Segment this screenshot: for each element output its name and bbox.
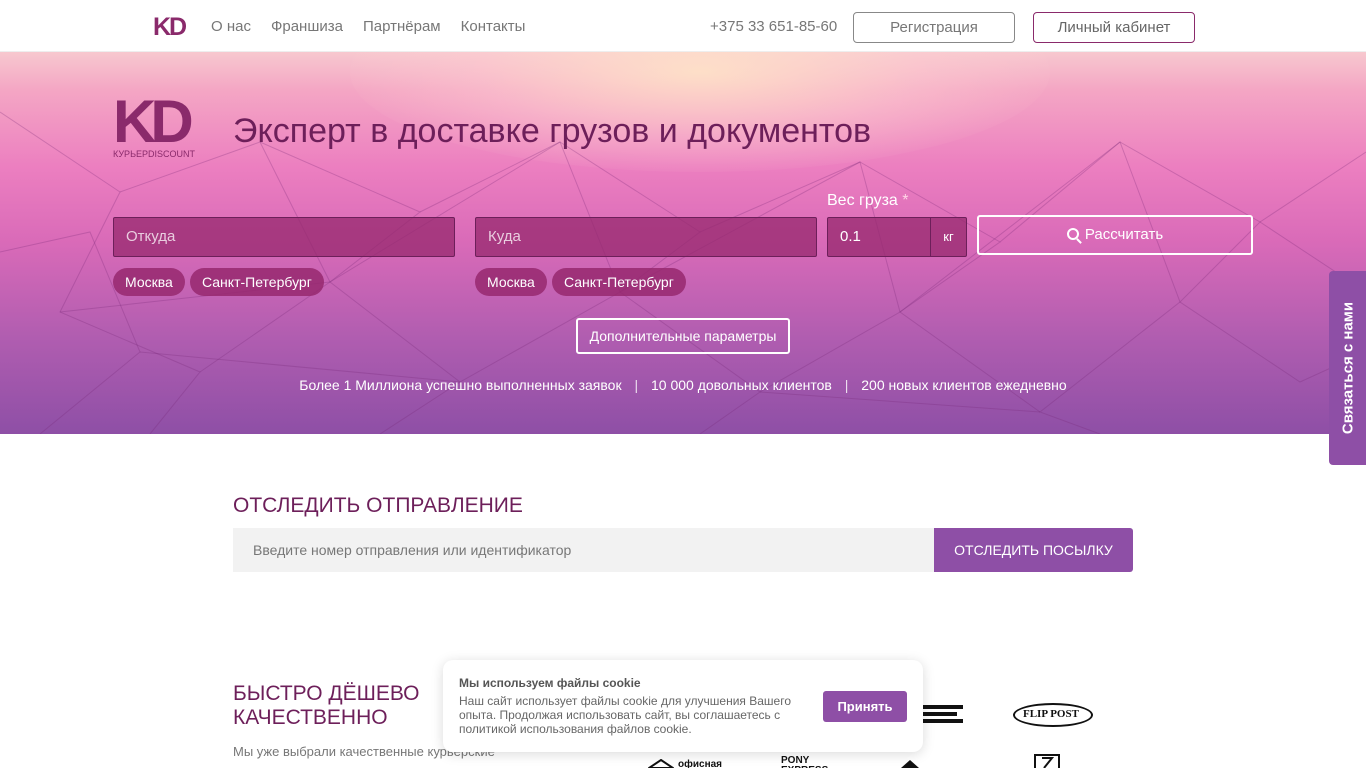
flip-post-logo: FLIP POST: [1013, 703, 1093, 727]
to-input[interactable]: Куда: [475, 217, 817, 257]
page: KD О нас Франшиза Партнёрам Контакты +37…: [0, 0, 1366, 768]
nav-links: О нас Франшиза Партнёрам Контакты: [211, 18, 525, 35]
from-chip-spb[interactable]: Санкт-Петербург: [190, 268, 324, 296]
to-chip-moscow[interactable]: Москва: [475, 268, 547, 296]
cookie-text: Наш сайт использует файлы cookie для улу…: [459, 694, 791, 736]
weight-value: 0.1: [840, 228, 861, 245]
weight-label: Вес груза *: [827, 192, 909, 210]
stat-separator: |: [844, 377, 849, 393]
office-logo-icon: [647, 758, 675, 768]
contact-us-tab[interactable]: Связаться с нами: [1329, 271, 1366, 465]
tracking-input[interactable]: Введите номер отправления или идентифика…: [233, 528, 934, 572]
stat-clients: 10 000 довольных клиентов: [651, 377, 832, 393]
nav-link-about[interactable]: О нас: [211, 18, 251, 35]
stat-separator: |: [634, 377, 639, 393]
top-navbar: KD О нас Франшиза Партнёрам Контакты +37…: [0, 0, 1366, 52]
hero-section: KD КУРЬЕРDISCOUNT Эксперт в доставке гру…: [0, 52, 1366, 434]
nav-link-partners[interactable]: Партнёрам: [363, 18, 441, 35]
nav-link-contacts[interactable]: Контакты: [461, 18, 526, 35]
contact-us-label: Связаться с нами: [1339, 301, 1356, 435]
from-chip-moscow[interactable]: Москва: [113, 268, 185, 296]
partner-logo-diamond: [901, 760, 919, 768]
weight-input[interactable]: 0.1 кг: [827, 217, 967, 257]
features-title: БЫСТРО ДЁШЕВО КАЧЕСТВЕННО: [233, 682, 420, 730]
personal-cabinet-button[interactable]: Личный кабинет: [1033, 12, 1195, 43]
cookie-accept-button[interactable]: Принять: [823, 691, 907, 722]
stat-new-clients: 200 новых клиентов ежедневно: [861, 377, 1067, 393]
more-params-button[interactable]: Дополнительные параметры: [576, 318, 790, 354]
cookie-banner: Мы используем файлы cookie Наш сайт испо…: [443, 660, 923, 752]
pony-express-logo: PONY EXPRESS: [781, 755, 828, 768]
hero-logo-mark: KD: [113, 88, 194, 155]
flip-post-logo-text: FLIP POST: [1023, 708, 1079, 720]
weight-required-mark: *: [902, 192, 909, 209]
features-title-line1: БЫСТРО ДЁШЕВО: [233, 682, 420, 705]
calculate-button[interactable]: Рассчитать: [977, 215, 1253, 255]
office-logo-text: офисная: [678, 759, 723, 768]
weight-unit: кг: [930, 218, 966, 256]
nav-link-franchise[interactable]: Франшиза: [271, 18, 343, 35]
partner-logo-square: [1034, 754, 1060, 768]
phone-number[interactable]: +375 33 651-85-60: [710, 18, 837, 35]
hero-logo: KD КУРЬЕРDISCOUNT: [113, 88, 208, 160]
track-parcel-button[interactable]: ОТСЛЕДИТЬ ПОСЫЛКУ: [934, 528, 1133, 572]
cookie-title: Мы используем файлы cookie: [459, 676, 641, 690]
calculate-label: Рассчитать: [1084, 226, 1164, 243]
stats-line: Более 1 Миллиона успешно выполненных зая…: [0, 377, 1366, 393]
site-logo[interactable]: KD: [153, 14, 187, 40]
to-chip-spb[interactable]: Санкт-Петербург: [552, 268, 686, 296]
weight-label-text: Вес груза: [827, 192, 898, 209]
from-input[interactable]: Откуда: [113, 217, 455, 257]
search-icon: [1066, 228, 1079, 240]
hero-title: Эксперт в доставке грузов и документов: [233, 112, 872, 150]
hero-logo-subtitle: КУРЬЕРDISCOUNT: [113, 149, 195, 159]
register-button[interactable]: Регистрация: [853, 12, 1015, 43]
features-title-line2: КАЧЕСТВЕННО: [233, 706, 388, 729]
office-logo: офисная: [647, 758, 722, 768]
tracking-title: ОТСЛЕДИТЬ ОТПРАВЛЕНИЕ: [233, 494, 523, 517]
stat-orders: Более 1 Миллиона успешно выполненных зая…: [299, 377, 622, 393]
